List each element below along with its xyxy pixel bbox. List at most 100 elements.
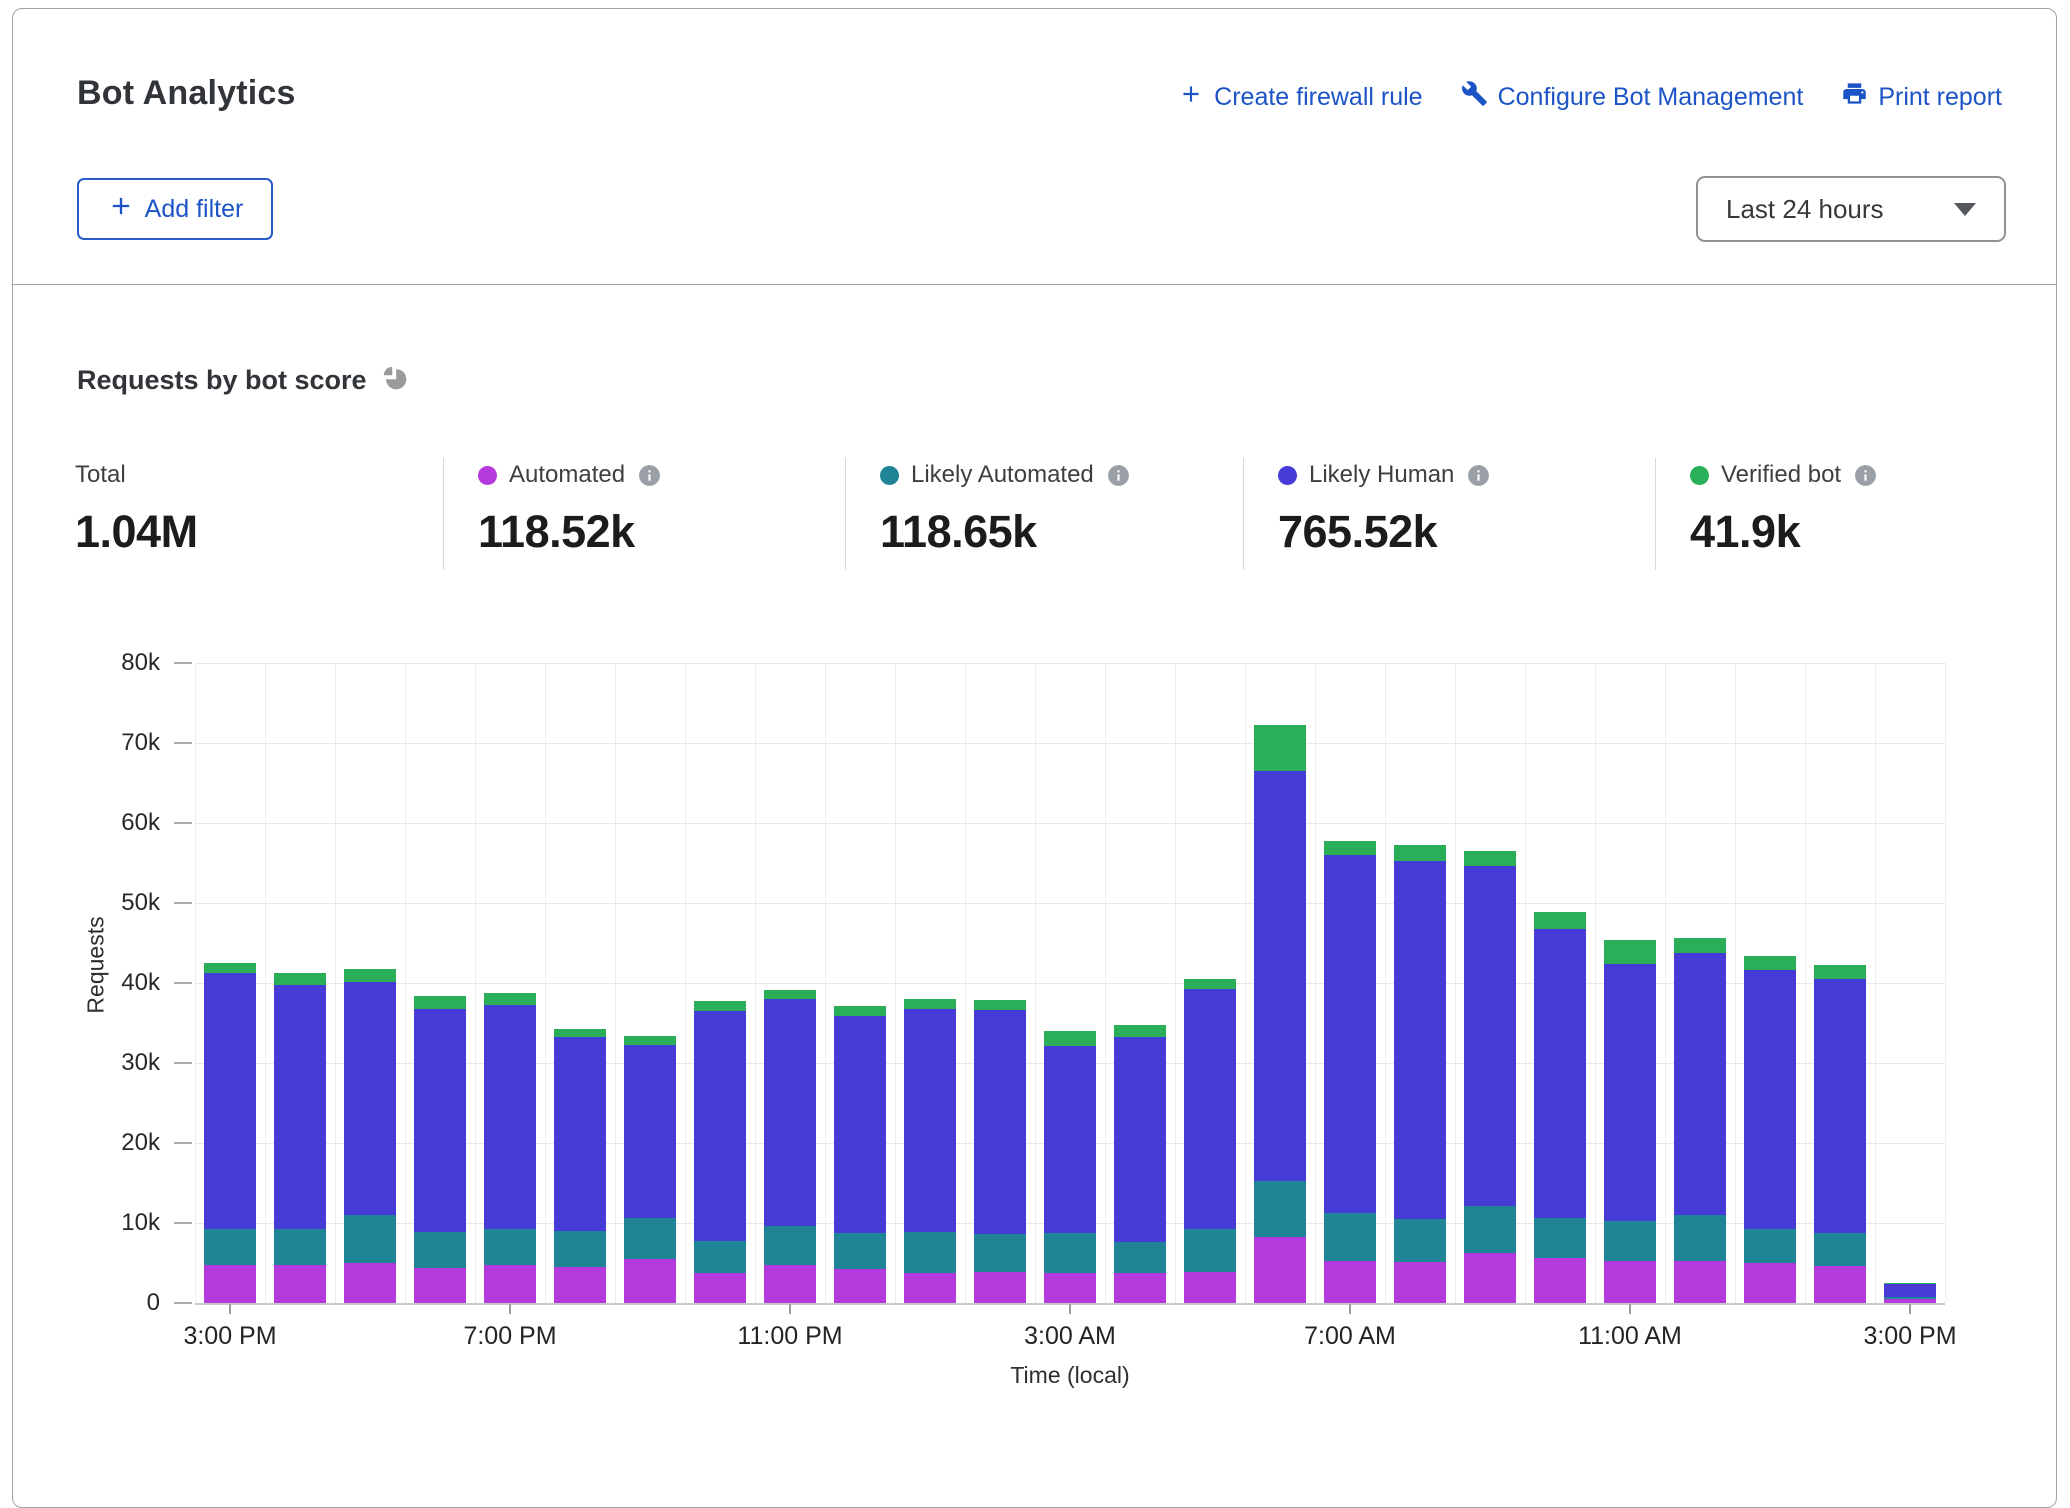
bar-7-00-pm[interactable] — [484, 993, 536, 1303]
bar-segment-likely-automated[interactable] — [1744, 1229, 1796, 1263]
bar-segment-likely-automated[interactable] — [694, 1241, 746, 1274]
bar-segment-likely-automated[interactable] — [204, 1229, 256, 1265]
bar-segment-automated[interactable] — [764, 1265, 816, 1303]
bar-segment-verified-bot[interactable] — [1184, 979, 1236, 989]
bar-segment-verified-bot[interactable] — [834, 1006, 886, 1016]
add-filter-button[interactable]: Add filter — [77, 178, 273, 240]
bar-segment-verified-bot[interactable] — [344, 969, 396, 982]
bar-segment-automated[interactable] — [274, 1265, 326, 1303]
bar-6-00-pm[interactable] — [414, 996, 466, 1303]
bar-segment-likely-automated[interactable] — [624, 1218, 676, 1259]
bar-segment-likely-human[interactable] — [974, 1010, 1026, 1234]
info-icon[interactable] — [1853, 463, 1878, 488]
bar-segment-likely-automated[interactable] — [1674, 1215, 1726, 1261]
bar-segment-likely-human[interactable] — [834, 1016, 886, 1234]
bar-segment-likely-human[interactable] — [1534, 929, 1586, 1219]
bar-segment-automated[interactable] — [344, 1263, 396, 1303]
bar-segment-verified-bot[interactable] — [414, 996, 466, 1009]
bar-3-00-am[interactable] — [1044, 1031, 1096, 1303]
bar-segment-likely-human[interactable] — [1744, 970, 1796, 1229]
bar-segment-verified-bot[interactable] — [1464, 851, 1516, 866]
bar-segment-likely-automated[interactable] — [1884, 1297, 1936, 1299]
bar-segment-verified-bot[interactable] — [1744, 956, 1796, 970]
bar-segment-verified-bot[interactable] — [1884, 1283, 1936, 1284]
bar-segment-automated[interactable] — [1884, 1299, 1936, 1303]
bar-segment-automated[interactable] — [1674, 1261, 1726, 1303]
bar-segment-verified-bot[interactable] — [1114, 1025, 1166, 1036]
bar-9-00-am[interactable] — [1464, 851, 1516, 1303]
bar-segment-likely-automated[interactable] — [1324, 1213, 1376, 1260]
bar-segment-verified-bot[interactable] — [1674, 938, 1726, 952]
bar-4-00-am[interactable] — [1114, 1025, 1166, 1303]
bar-segment-verified-bot[interactable] — [1044, 1031, 1096, 1046]
bar-1-00-am[interactable] — [904, 999, 956, 1303]
bar-3-00-pm[interactable] — [204, 963, 256, 1303]
bar-segment-likely-human[interactable] — [274, 985, 326, 1230]
bar-segment-likely-human[interactable] — [484, 1005, 536, 1229]
bar-segment-likely-human[interactable] — [1814, 979, 1866, 1233]
bar-segment-automated[interactable] — [1184, 1272, 1236, 1303]
bar-5-00-pm[interactable] — [344, 969, 396, 1303]
bar-segment-likely-automated[interactable] — [554, 1231, 606, 1267]
bar-segment-likely-human[interactable] — [1884, 1284, 1936, 1297]
bar-segment-likely-human[interactable] — [624, 1045, 676, 1219]
bar-8-00-am[interactable] — [1394, 845, 1446, 1303]
bar-segment-likely-human[interactable] — [1114, 1037, 1166, 1243]
bar-segment-automated[interactable] — [1114, 1273, 1166, 1303]
bar-segment-verified-bot[interactable] — [904, 999, 956, 1009]
bar-segment-verified-bot[interactable] — [1534, 912, 1586, 929]
bar-segment-likely-automated[interactable] — [1114, 1242, 1166, 1272]
bar-segment-automated[interactable] — [1534, 1258, 1586, 1303]
bar-segment-likely-human[interactable] — [1184, 989, 1236, 1228]
bar-segment-automated[interactable] — [624, 1259, 676, 1303]
bar-segment-automated[interactable] — [414, 1268, 466, 1303]
bar-segment-automated[interactable] — [1044, 1273, 1096, 1303]
bar-11-00-pm[interactable] — [764, 990, 816, 1303]
bar-segment-likely-human[interactable] — [1394, 861, 1446, 1219]
bar-segment-likely-human[interactable] — [1324, 855, 1376, 1213]
bar-segment-likely-automated[interactable] — [1044, 1233, 1096, 1273]
bar-segment-verified-bot[interactable] — [1394, 845, 1446, 861]
bar-1-00-pm[interactable] — [1744, 956, 1796, 1303]
bar-segment-likely-automated[interactable] — [1604, 1221, 1656, 1260]
bar-segment-automated[interactable] — [834, 1269, 886, 1303]
bar-segment-likely-automated[interactable] — [834, 1233, 886, 1269]
bar-segment-verified-bot[interactable] — [274, 973, 326, 984]
bar-segment-likely-automated[interactable] — [344, 1215, 396, 1263]
bar-segment-automated[interactable] — [1744, 1263, 1796, 1303]
bar-segment-verified-bot[interactable] — [624, 1036, 676, 1045]
bar-segment-verified-bot[interactable] — [204, 963, 256, 973]
bar-10-00-am[interactable] — [1534, 912, 1586, 1303]
configure-bot-management-link[interactable]: Configure Bot Management — [1461, 80, 1804, 114]
bar-segment-likely-automated[interactable] — [1184, 1229, 1236, 1272]
print-report-link[interactable]: Print report — [1841, 80, 2002, 114]
bar-segment-likely-automated[interactable] — [414, 1232, 466, 1268]
bar-segment-automated[interactable] — [554, 1267, 606, 1303]
bar-segment-automated[interactable] — [204, 1265, 256, 1303]
bar-segment-verified-bot[interactable] — [694, 1001, 746, 1011]
bar-segment-likely-human[interactable] — [1044, 1046, 1096, 1232]
bar-segment-verified-bot[interactable] — [1324, 841, 1376, 855]
bar-segment-likely-automated[interactable] — [764, 1226, 816, 1265]
info-icon[interactable] — [1466, 463, 1491, 488]
time-range-dropdown[interactable]: Last 24 hours — [1696, 176, 2006, 242]
info-icon[interactable] — [637, 463, 662, 488]
bar-segment-automated[interactable] — [1464, 1253, 1516, 1303]
bar-segment-verified-bot[interactable] — [554, 1029, 606, 1038]
bar-segment-verified-bot[interactable] — [1814, 965, 1866, 979]
bar-segment-automated[interactable] — [974, 1272, 1026, 1303]
bar-segment-likely-human[interactable] — [1674, 953, 1726, 1215]
bar-2-00-pm[interactable] — [1814, 965, 1866, 1303]
bar-segment-automated[interactable] — [1254, 1237, 1306, 1303]
bar-segment-verified-bot[interactable] — [974, 1000, 1026, 1010]
bar-segment-verified-bot[interactable] — [1604, 940, 1656, 964]
bar-7-00-am[interactable] — [1324, 841, 1376, 1303]
bar-segment-likely-automated[interactable] — [1394, 1219, 1446, 1262]
bar-9-00-pm[interactable] — [624, 1036, 676, 1303]
bar-12-00-am[interactable] — [834, 1006, 886, 1303]
bar-segment-likely-automated[interactable] — [904, 1232, 956, 1273]
bar-segment-likely-human[interactable] — [904, 1009, 956, 1232]
bar-11-00-am[interactable] — [1604, 940, 1656, 1303]
bar-8-00-pm[interactable] — [554, 1029, 606, 1303]
bar-segment-verified-bot[interactable] — [484, 993, 536, 1005]
